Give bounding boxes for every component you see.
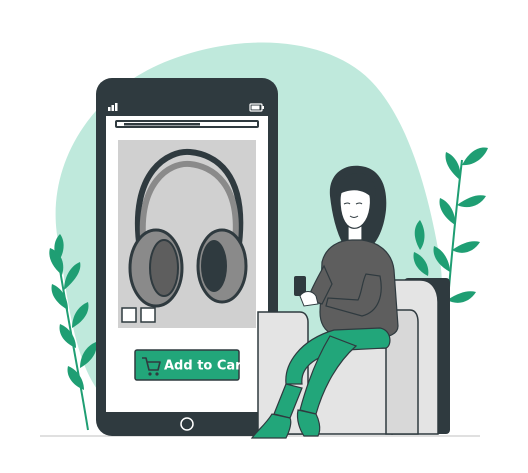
add-to-cart-button[interactable]: Add to Cart [134, 349, 248, 381]
add-to-cart-label: Add to Cart [164, 359, 248, 374]
product-thumbnail[interactable] [140, 307, 156, 323]
product-thumbnail[interactable] [121, 307, 137, 323]
ecommerce-illustration: Add to Cart [40, 42, 488, 439]
smartphone: Add to Cart [96, 78, 278, 436]
